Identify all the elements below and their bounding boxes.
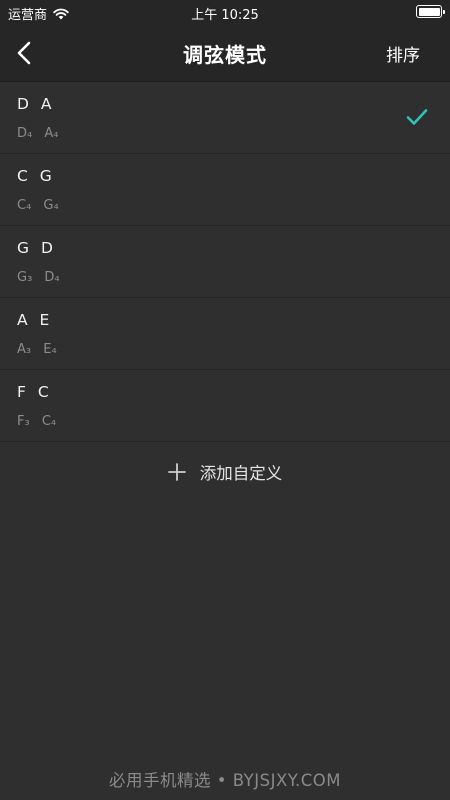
tuning-title: G D [17, 239, 54, 257]
checkmark-icon [406, 109, 428, 125]
tuning-notes: C₄ G₄ [17, 198, 59, 213]
battery-cap [443, 9, 445, 14]
nav-bar: 调弦模式 排序 [0, 24, 450, 82]
status-time: 上午 10:25 [191, 8, 259, 23]
tuning-list: D A D₄ A₄ C G C₄ G₄ G D G₃ D₄ A E A₃ E₄ … [0, 82, 450, 442]
watermark-text: 必用手机精选 • BYJSJXY.COM [109, 771, 341, 790]
tuning-notes: F₃ C₄ [17, 414, 57, 429]
tuning-title: A E [17, 311, 50, 329]
tuning-row-fc[interactable]: F C F₃ C₄ [0, 370, 450, 442]
tuning-notes: A₃ E₄ [17, 342, 57, 357]
tuning-row-ae[interactable]: A E A₃ E₄ [0, 298, 450, 370]
tuning-row-gd[interactable]: G D G₃ D₄ [0, 226, 450, 298]
add-custom-label: 添加自定义 [199, 464, 283, 483]
tuning-title: C G [17, 167, 53, 185]
status-bar: 运营商 上午 10:25 [0, 0, 450, 24]
sort-button[interactable]: 排序 [386, 41, 420, 66]
tuning-row-da[interactable]: D A D₄ A₄ [0, 82, 450, 154]
plus-icon [167, 463, 186, 481]
tuning-notes: D₄ A₄ [17, 126, 59, 141]
tuning-title: F C [17, 383, 50, 401]
tuning-title: D A [17, 95, 52, 113]
page-title: 调弦模式 [183, 43, 267, 67]
tuning-notes: G₃ D₄ [17, 270, 60, 285]
tuning-row-cg[interactable]: C G C₄ G₄ [0, 154, 450, 226]
battery-fill [418, 7, 440, 16]
add-custom-button[interactable]: 添加自定义 [0, 442, 450, 502]
battery-icon [416, 5, 445, 18]
